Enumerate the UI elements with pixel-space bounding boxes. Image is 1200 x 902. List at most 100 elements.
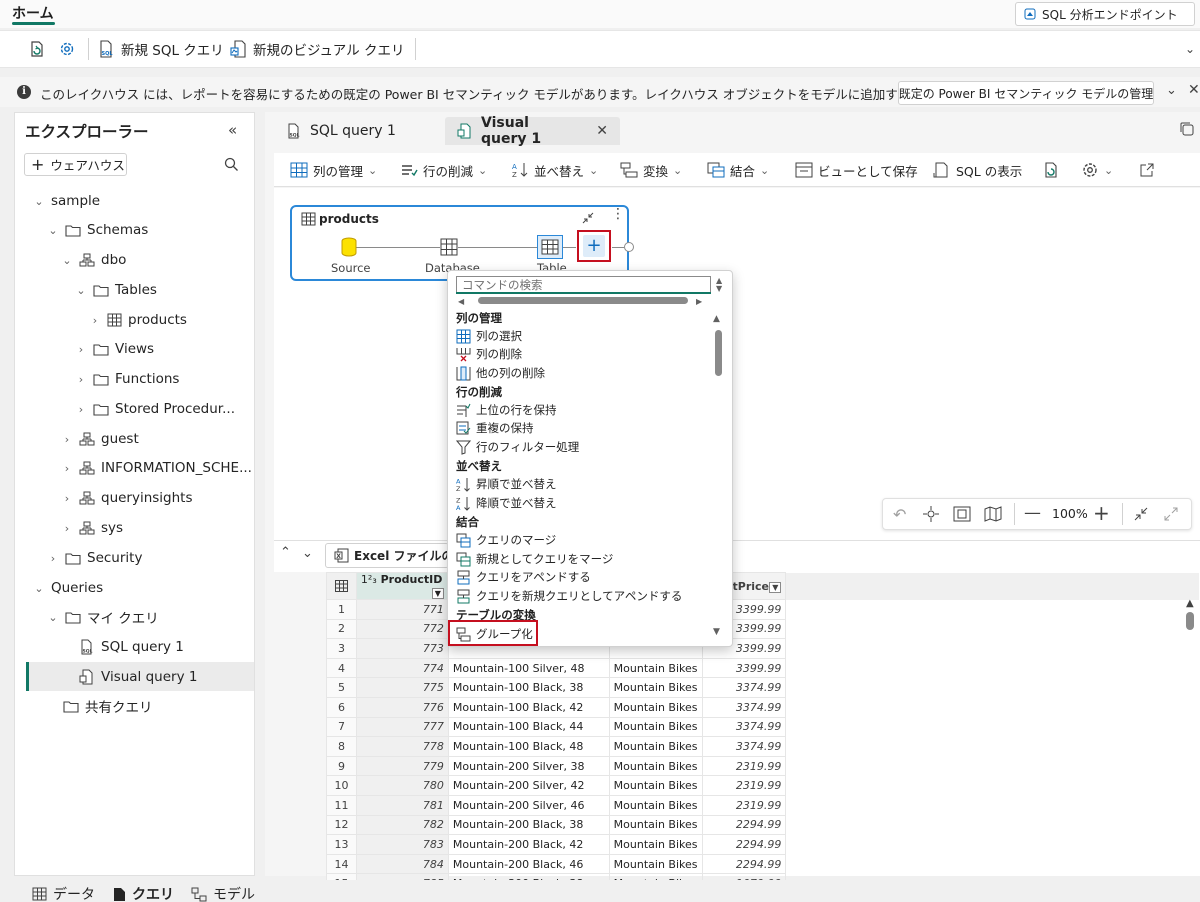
cell-productid[interactable]: 784 — [355, 853, 449, 875]
tree-item-tables[interactable]: ⌄ Tables — [75, 276, 157, 304]
pop-out-button[interactable] — [1139, 160, 1155, 180]
expand-all-icon[interactable] — [1163, 506, 1179, 522]
chevron-up-icon[interactable]: ⌃ — [280, 545, 291, 560]
expand-info-chevron-icon[interactable]: ⌄ — [1166, 83, 1177, 98]
cell-category[interactable]: Mountain Bikes — [608, 716, 703, 738]
cell-category[interactable]: Mountain Bikes — [608, 755, 703, 777]
database-step-icon[interactable] — [440, 238, 458, 256]
combine-button[interactable]: 結合 ⌄ — [707, 160, 769, 180]
cell-listprice[interactable]: 2319.99 — [701, 755, 787, 777]
row-number[interactable]: 2 — [326, 618, 357, 640]
tree-item-information-schema[interactable]: › INFORMATION_SCHE... — [61, 454, 252, 482]
undo-icon[interactable]: ↶ — [893, 505, 906, 524]
tree-item-guest[interactable]: › guest — [61, 425, 139, 453]
cell-listprice[interactable]: 2294.99 — [701, 853, 787, 875]
row-number[interactable]: 13 — [326, 834, 357, 855]
select-all-icon[interactable] — [326, 572, 357, 600]
table-step-icon[interactable] — [537, 235, 563, 259]
tree-item-stored-procedures[interactable]: › Stored Procedur... — [75, 395, 235, 423]
cell-category[interactable]: Mountain Bikes — [608, 853, 703, 875]
more-options-icon[interactable]: ⋮ — [611, 207, 625, 221]
tree-item-schemas[interactable]: ⌄ Schemas — [47, 216, 148, 244]
cell-name[interactable]: Mountain-200 Silver, 46 — [447, 794, 610, 816]
cell-listprice[interactable]: 3374.99 — [701, 677, 787, 698]
show-sql-button[interactable]: SQL の表示 — [933, 160, 1022, 180]
row-number[interactable]: 7 — [326, 716, 357, 738]
cell-category[interactable]: Mountain Bikes — [608, 736, 703, 757]
menu-item-append-queries[interactable]: クエリをアペンドする — [456, 568, 591, 586]
menu-scroll-down-icon[interactable]: ▼ — [713, 627, 720, 637]
cell-category[interactable]: Mountain Bikes — [608, 677, 703, 698]
menu-item-choose-columns[interactable]: 列の選択 — [456, 327, 522, 345]
scroll-right-icon[interactable]: ▶ — [696, 297, 702, 306]
settings-dropdown-button[interactable]: ⌄ — [1081, 160, 1113, 180]
endpoint-dropdown[interactable]: SQL 分析エンドポイント — [1015, 2, 1195, 26]
settings-button[interactable] — [58, 37, 76, 61]
tree-item-sample[interactable]: ⌄ sample — [33, 187, 100, 215]
reduce-rows-button[interactable]: 行の削減 ⌄ — [400, 160, 487, 180]
cell-category[interactable]: Mountain Bikes — [608, 794, 703, 816]
tree-item-security[interactable]: › Security — [47, 544, 143, 572]
menu-item-sort-descending[interactable]: ZA 降順で並べ替え — [456, 494, 557, 512]
view-data-button[interactable]: データ — [32, 884, 95, 902]
tree-item-my-queries[interactable]: ⌄ マイ クエリ — [47, 603, 158, 631]
tree-item-queries[interactable]: ⌄ Queries — [33, 574, 103, 602]
cell-productid[interactable]: 783 — [355, 834, 449, 855]
menu-scroll-up-icon[interactable]: ▲ — [713, 314, 720, 324]
cell-productid[interactable]: 778 — [355, 736, 449, 757]
close-icon[interactable]: ✕ — [596, 123, 608, 139]
cell-productid[interactable]: 779 — [355, 755, 449, 777]
scroll-up-icon[interactable]: ▲ — [1186, 598, 1194, 609]
collapse-pane-icon[interactable]: « — [228, 121, 237, 139]
cell-name[interactable]: Mountain-200 Black, 46 — [447, 853, 610, 875]
cell-name[interactable]: Mountain-200 Silver, 38 — [447, 755, 610, 777]
cell-name[interactable]: Mountain-200 Silver, 42 — [447, 775, 610, 796]
ribbon-expand-chevron-icon[interactable]: ⌄ — [1185, 42, 1195, 56]
cell-category[interactable]: Mountain Bikes — [608, 834, 703, 855]
column-dropdown-icon[interactable]: ▼ — [769, 581, 782, 593]
column-header-productid[interactable]: 1²₃ ProductID ▼ — [355, 572, 449, 600]
cell-productid[interactable]: 772 — [355, 618, 449, 640]
cell-productid[interactable]: 773 — [355, 638, 449, 659]
cell-listprice[interactable]: 3374.99 — [701, 696, 787, 718]
cell-listprice[interactable]: 3374.99 — [701, 736, 787, 757]
cell-listprice[interactable]: 2319.99 — [701, 775, 787, 796]
tree-item-dbo[interactable]: ⌄ dbo — [61, 246, 126, 274]
row-number[interactable]: 5 — [326, 677, 357, 698]
tree-item-functions[interactable]: › Functions — [75, 365, 180, 393]
cell-productid[interactable]: 775 — [355, 677, 449, 698]
cell-name[interactable]: Mountain-100 Silver, 48 — [447, 657, 610, 679]
cell-productid[interactable]: 781 — [355, 794, 449, 816]
pan-icon[interactable] — [922, 505, 940, 523]
cell-name[interactable]: Mountain-100 Black, 48 — [447, 736, 610, 757]
new-visual-query-button[interactable]: 新規のビジュアル クエリ — [230, 37, 404, 61]
cell-productid[interactable]: 780 — [355, 775, 449, 796]
sort-button[interactable]: AZ 並べ替え ⌄ — [511, 160, 598, 180]
row-number[interactable]: 6 — [326, 696, 357, 718]
cell-name[interactable]: Mountain-100 Black, 44 — [447, 716, 610, 738]
menu-vertical-scrollbar[interactable] — [715, 330, 722, 376]
tree-item-queryinsights[interactable]: › queryinsights — [61, 484, 193, 512]
chevron-down-icon[interactable]: ⌄ — [302, 546, 313, 561]
minimap-icon[interactable] — [984, 506, 1002, 522]
cell-productid[interactable]: 782 — [355, 814, 449, 836]
row-number[interactable]: 3 — [326, 638, 357, 659]
search-icon[interactable] — [224, 157, 239, 172]
zoom-out-icon[interactable]: — — [1024, 503, 1041, 523]
cell-category[interactable]: Mountain Bikes — [608, 696, 703, 718]
tree-item-sql-query-1[interactable]: SQL SQL query 1 — [79, 633, 184, 661]
cell-listprice[interactable]: 3374.99 — [701, 716, 787, 738]
cell-name[interactable]: Mountain-200 Black, 38 — [447, 814, 610, 836]
transform-button[interactable]: 変換 ⌄ — [620, 160, 682, 180]
refresh-button[interactable] — [28, 37, 46, 61]
cell-name[interactable]: Mountain-100 Black, 42 — [447, 696, 610, 718]
menu-item-keep-duplicates[interactable]: 重複の保持 — [456, 419, 534, 437]
cell-listprice[interactable]: 2319.99 — [701, 794, 787, 816]
cell-category[interactable]: Mountain Bikes — [608, 814, 703, 836]
add-step-button[interactable]: + — [577, 230, 611, 262]
new-sql-query-button[interactable]: SQL 新規 SQL クエリ — [98, 37, 224, 61]
menu-horizontal-scrollbar[interactable] — [478, 297, 688, 304]
cell-category[interactable]: Mountain Bikes — [608, 657, 703, 679]
refresh-preview-button[interactable] — [1042, 160, 1060, 180]
close-icon[interactable]: ✕ — [1188, 82, 1200, 98]
